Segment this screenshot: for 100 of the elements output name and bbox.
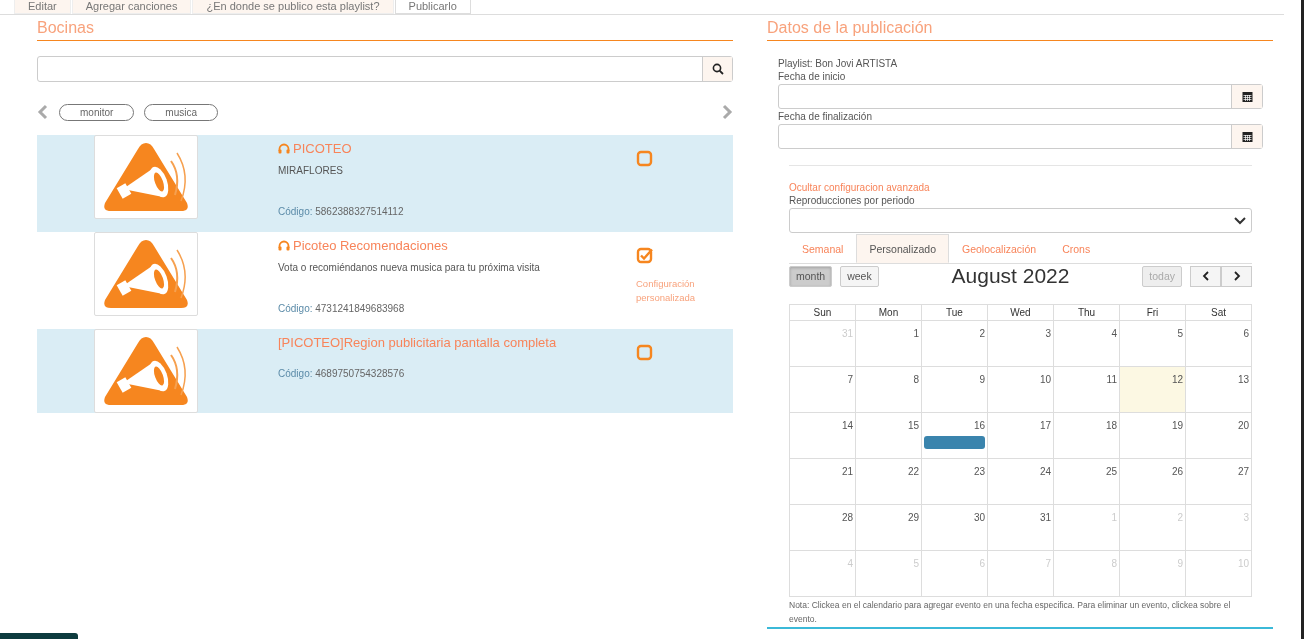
day-number: 3	[1045, 328, 1051, 339]
weekday-header: Mon	[856, 305, 922, 321]
weekday-header: Sat	[1186, 305, 1252, 321]
date-field[interactable]	[778, 84, 1263, 109]
calendar-note: Nota: Clickea en el calendario para agregar evento en una fecha especifica. Para eliminar un evento, clickea sobre el evento.	[789, 599, 1232, 626]
day-cell[interactable]: 22	[856, 459, 922, 505]
day-number: 28	[841, 512, 853, 523]
view-button[interactable]: week	[840, 265, 879, 287]
day-cell[interactable]: 26	[1120, 459, 1186, 505]
day-cell[interactable]: 2	[922, 321, 988, 367]
day-cell[interactable]: 12	[1120, 367, 1186, 413]
tab[interactable]: Editar	[14, 0, 71, 14]
day-cell[interactable]: 10	[988, 367, 1054, 413]
day-cell[interactable]: 4	[1054, 321, 1120, 367]
day-cell[interactable]: 13	[1186, 367, 1252, 413]
day-number: 7	[847, 374, 853, 385]
speaker-description: Vota o recomiéndanos nueva musica para tu próxima visita	[278, 262, 541, 273]
day-cell[interactable]: 1	[856, 321, 922, 367]
day-cell[interactable]: 21	[790, 459, 856, 505]
speaker-row[interactable]: [PICOTEO]Region publicitaria pantalla completa Código: 4689750754328576	[37, 329, 733, 413]
tab[interactable]: ¿En donde se publico esta playlist?	[192, 0, 394, 14]
next-button[interactable]	[1221, 265, 1252, 287]
field-label: Reproducciones por periodo	[789, 195, 916, 206]
chevron-right-icon[interactable]	[721, 104, 733, 120]
day-number: 1	[913, 328, 919, 339]
day-number: 9	[979, 374, 985, 385]
day-cell[interactable]: 24	[988, 459, 1054, 505]
calendar-icon	[1241, 91, 1253, 102]
day-number: 11	[1106, 374, 1117, 385]
previous-button[interactable]	[1190, 265, 1221, 287]
checkbox-icon[interactable]	[636, 344, 654, 362]
view-button[interactable]: month	[789, 265, 833, 287]
checked-checkbox-icon[interactable]	[636, 247, 654, 265]
calendar-button[interactable]	[1231, 125, 1262, 148]
chevron-down-icon	[1234, 216, 1246, 225]
day-number: 24	[1039, 466, 1051, 477]
day-cell[interactable]: 25	[1054, 459, 1120, 505]
day-cell[interactable]: 18	[1054, 413, 1120, 459]
day-cell[interactable]: 8	[856, 367, 922, 413]
speaker-code: Código: 5862388327514112	[278, 206, 405, 217]
day-cell[interactable]: 20	[1186, 413, 1252, 459]
calendar-button[interactable]	[1231, 85, 1262, 108]
chevron-left-icon	[1201, 271, 1210, 281]
day-number: 18	[1105, 420, 1117, 431]
speaker-row[interactable]: PICOTEO MIRAFLORES Código: 5862388327514112	[37, 135, 733, 232]
day-cell[interactable]: 31	[988, 505, 1054, 551]
day-cell[interactable]: 3	[988, 321, 1054, 367]
calendar-icon	[1241, 131, 1253, 142]
day-cell[interactable]: 6	[1186, 321, 1252, 367]
day-cell[interactable]: 14	[790, 413, 856, 459]
period-select[interactable]	[789, 208, 1252, 233]
day-number: 30	[973, 512, 985, 523]
day-number: 22	[907, 466, 919, 477]
tab[interactable]: Agregar canciones	[71, 0, 192, 14]
day-number: 4	[1111, 328, 1117, 339]
day-number: 6	[1243, 328, 1249, 339]
day-cell[interactable]: 7	[790, 367, 856, 413]
field-label: Fecha de inicio	[778, 71, 847, 82]
weekday-header: Thu	[1054, 305, 1120, 321]
day-cell[interactable]: 19	[1120, 413, 1186, 459]
day-cell[interactable]: 23	[922, 459, 988, 505]
day-cell[interactable]: 30	[922, 505, 988, 551]
day-cell[interactable]: 16	[922, 413, 988, 459]
day-number: 19	[1171, 420, 1183, 431]
tab[interactable]: Personalizado	[856, 234, 949, 263]
day-cell[interactable]: 28	[790, 505, 856, 551]
weekday-header: Wed	[988, 305, 1054, 321]
day-number: 29	[907, 512, 919, 523]
day-number: 27	[1237, 466, 1249, 477]
day-cell[interactable]: 29	[856, 505, 922, 551]
search-field[interactable]	[37, 56, 733, 82]
day-number: 12	[1171, 374, 1183, 385]
day-number: 2	[979, 328, 985, 339]
search-button[interactable]	[702, 57, 732, 81]
speaker-row[interactable]: Picoteo Recomendaciones Vota o recomiéndanos nueva musica para tu próxima visita Código: 4731241849683968 Configuración personalizada	[37, 232, 733, 329]
config-note: Configuración personalizada	[636, 277, 697, 305]
checkbox-icon[interactable]	[636, 150, 654, 168]
day-number: 20	[1237, 420, 1249, 431]
weekday-header: Tue	[922, 305, 988, 321]
chevron-left-icon[interactable]	[37, 104, 49, 120]
day-number: 14	[841, 420, 853, 431]
day-number: 8	[913, 374, 919, 385]
day-cell[interactable]: 15	[856, 413, 922, 459]
day-cell[interactable]: 27	[1186, 459, 1252, 505]
day-number: 13	[1237, 374, 1249, 385]
day-number: 5	[1177, 328, 1183, 339]
tag-chip[interactable]: monitor	[59, 103, 135, 121]
section-title: Bocinas	[37, 19, 733, 41]
day-number: 26	[1171, 466, 1183, 477]
date-field[interactable]	[778, 124, 1263, 149]
search-icon	[711, 63, 724, 75]
speaker-code: Código: 4731241849683968	[278, 303, 406, 314]
tab[interactable]: Publicarlo	[394, 0, 471, 14]
tag-chip[interactable]: musica	[144, 103, 219, 121]
day-cell[interactable]: 9	[922, 367, 988, 413]
day-number: 17	[1039, 420, 1051, 431]
day-cell[interactable]: 17	[988, 413, 1054, 459]
weekday-header: Fri	[1120, 305, 1186, 321]
speaker-description: MIRAFLORES	[278, 165, 344, 176]
day-number: 10	[1039, 374, 1051, 385]
